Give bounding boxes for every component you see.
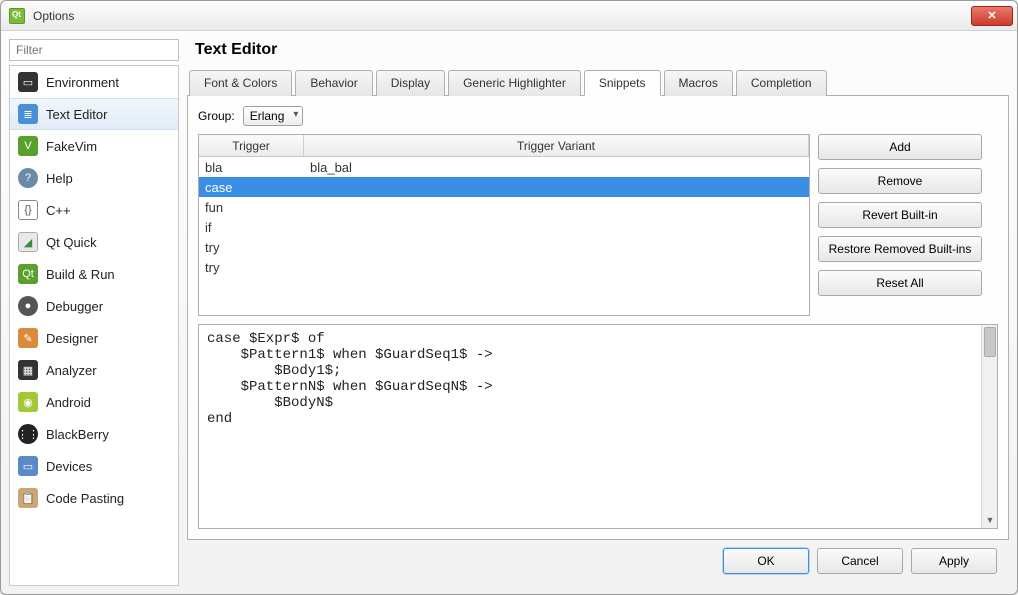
sidebar-item-label: Devices	[46, 459, 92, 474]
table-row[interactable]: blabla_bal	[199, 157, 809, 177]
bb-icon: ⋮⋮	[18, 424, 38, 444]
group-select[interactable]: Erlang	[243, 106, 304, 126]
paste-icon: 📋	[18, 488, 38, 508]
sidebar-item-analyzer[interactable]: ▦ Analyzer	[10, 354, 178, 386]
scrollbar-thumb[interactable]	[984, 327, 996, 357]
sidebar-item-android[interactable]: ◉ Android	[10, 386, 178, 418]
sidebar-item-qt-quick[interactable]: ◢ Qt Quick	[10, 226, 178, 258]
cell-trigger: try	[199, 240, 304, 255]
sidebar-item-label: Environment	[46, 75, 119, 90]
dialog-footer: OK Cancel Apply	[187, 540, 1009, 586]
options-window: Options ✕ ▭ Environment ≣ Text Editor V FakeV…	[0, 0, 1018, 595]
sidebar-item-environment[interactable]: ▭ Environment	[10, 66, 178, 98]
table-body: blabla_balcasefuniftrytry	[199, 157, 809, 315]
category-list: ▭ Environment ≣ Text Editor V FakeVim? Help {} C…	[9, 65, 179, 586]
sidebar-item-help[interactable]: ? Help	[10, 162, 178, 194]
sidebar-item-build-run[interactable]: Qt Build & Run	[10, 258, 178, 290]
sidebar-item-text-editor[interactable]: ≣ Text Editor	[10, 98, 178, 130]
group-select-value: Erlang	[250, 109, 285, 123]
group-row: Group: Erlang	[198, 106, 998, 126]
cancel-button[interactable]: Cancel	[817, 548, 903, 574]
sidebar-item-label: Android	[46, 395, 91, 410]
snippet-code: case $Expr$ of $Pattern1$ when $GuardSeq…	[199, 325, 997, 433]
sidebar-item-c-[interactable]: {} C++	[10, 194, 178, 226]
sidebar-item-blackberry[interactable]: ⋮⋮ BlackBerry	[10, 418, 178, 450]
fake-icon: V	[18, 136, 38, 156]
reset-all-button[interactable]: Reset All	[818, 270, 982, 296]
snippet-button-column: Add Remove Revert Built-in Restore Remov…	[818, 134, 982, 316]
tab-macros[interactable]: Macros	[664, 70, 733, 96]
and-icon: ◉	[18, 392, 38, 412]
table-row[interactable]: try	[199, 257, 809, 277]
remove-button[interactable]: Remove	[818, 168, 982, 194]
titlebar: Options ✕	[1, 1, 1017, 31]
table-header: Trigger Trigger Variant	[199, 135, 809, 157]
sidebar: ▭ Environment ≣ Text Editor V FakeVim? Help {} C…	[9, 39, 179, 586]
apply-button[interactable]: Apply	[911, 548, 997, 574]
env-icon: ▭	[18, 72, 38, 92]
sidebar-item-label: BlackBerry	[46, 427, 109, 442]
ana-icon: ▦	[18, 360, 38, 380]
cell-trigger: try	[199, 260, 304, 275]
main-panel: Text Editor Font & ColorsBehaviorDisplay…	[187, 39, 1009, 586]
cell-trigger-variant: bla_bal	[304, 160, 809, 175]
sidebar-item-label: Build & Run	[46, 267, 115, 282]
cell-trigger: if	[199, 220, 304, 235]
sidebar-item-designer[interactable]: ✎ Designer	[10, 322, 178, 354]
add-button[interactable]: Add	[818, 134, 982, 160]
snippet-table: Trigger Trigger Variant blabla_balcasefu…	[198, 134, 810, 316]
dev-icon: ▭	[18, 456, 38, 476]
build-icon: Qt	[18, 264, 38, 284]
sidebar-item-label: FakeVim	[46, 139, 97, 154]
table-row[interactable]: fun	[199, 197, 809, 217]
text-icon: ≣	[18, 104, 38, 124]
sidebar-item-label: Analyzer	[46, 363, 97, 378]
restore-removed-builtins-button[interactable]: Restore Removed Built-ins	[818, 236, 982, 262]
tab-behavior[interactable]: Behavior	[295, 70, 372, 96]
sidebar-item-label: Designer	[46, 331, 98, 346]
cell-trigger: bla	[199, 160, 304, 175]
table-row[interactable]: try	[199, 237, 809, 257]
sidebar-item-label: Qt Quick	[46, 235, 97, 250]
dbg-icon: ●	[18, 296, 38, 316]
group-label: Group:	[198, 109, 235, 123]
col-trigger[interactable]: Trigger	[199, 135, 304, 156]
tab-bar: Font & ColorsBehaviorDisplayGeneric High…	[187, 69, 1009, 96]
sidebar-item-label: Debugger	[46, 299, 103, 314]
tab-display[interactable]: Display	[376, 70, 445, 96]
ok-button[interactable]: OK	[723, 548, 809, 574]
sidebar-item-debugger[interactable]: ● Debugger	[10, 290, 178, 322]
scrollbar-down-icon[interactable]: ▼	[982, 512, 998, 528]
filter-input[interactable]	[9, 39, 179, 61]
revert-builtin-button[interactable]: Revert Built-in	[818, 202, 982, 228]
cell-trigger: case	[199, 180, 304, 195]
sidebar-item-fakevim[interactable]: V FakeVim	[10, 130, 178, 162]
cpp-icon: {}	[18, 200, 38, 220]
snippet-editor[interactable]: case $Expr$ of $Pattern1$ when $GuardSeq…	[198, 324, 998, 529]
sidebar-item-devices[interactable]: ▭ Devices	[10, 450, 178, 482]
tab-content-snippets: Group: Erlang Trigger Trigger Variant bl…	[187, 96, 1009, 540]
window-title: Options	[33, 9, 74, 23]
qt-app-icon	[9, 8, 25, 24]
editor-scrollbar[interactable]: ▼	[981, 325, 997, 528]
col-trigger-variant[interactable]: Trigger Variant	[304, 135, 809, 156]
table-row[interactable]: case	[199, 177, 809, 197]
des-icon: ✎	[18, 328, 38, 348]
close-icon: ✕	[987, 9, 996, 22]
qtq-icon: ◢	[18, 232, 38, 252]
tab-completion[interactable]: Completion	[736, 70, 827, 96]
window-close-button[interactable]: ✕	[971, 6, 1013, 26]
help-icon: ?	[18, 168, 38, 188]
table-row[interactable]: if	[199, 217, 809, 237]
tab-font-colors[interactable]: Font & Colors	[189, 70, 292, 96]
sidebar-item-code-pasting[interactable]: 📋 Code Pasting	[10, 482, 178, 514]
sidebar-item-label: Text Editor	[46, 107, 107, 122]
cell-trigger: fun	[199, 200, 304, 215]
page-title: Text Editor	[187, 39, 1009, 69]
sidebar-item-label: C++	[46, 203, 71, 218]
tab-generic-highlighter[interactable]: Generic Highlighter	[448, 70, 581, 96]
tab-snippets[interactable]: Snippets	[584, 70, 661, 96]
sidebar-item-label: Help	[46, 171, 73, 186]
sidebar-item-label: Code Pasting	[46, 491, 124, 506]
